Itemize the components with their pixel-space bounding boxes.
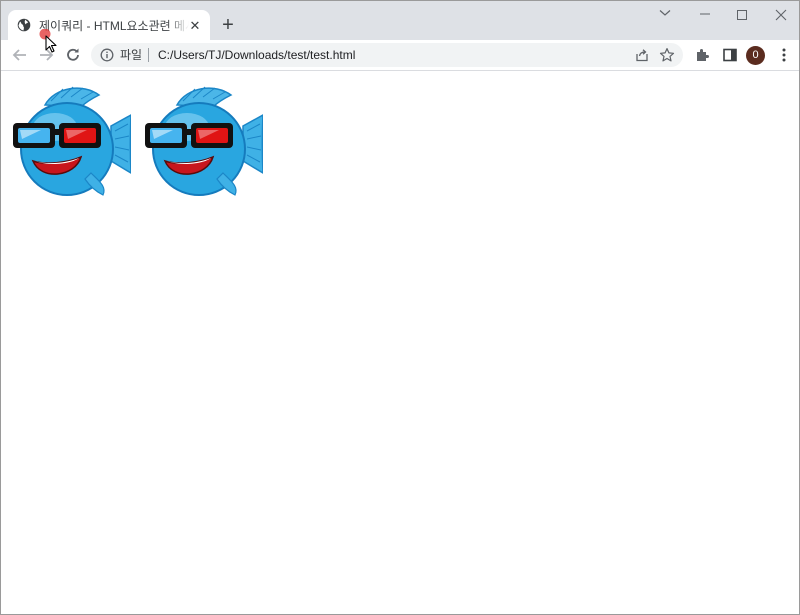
- address-bar[interactable]: 파일 C:/Users/TJ/Downloads/test/test.html: [91, 43, 683, 67]
- maximize-button[interactable]: [727, 4, 757, 24]
- minimize-icon: [700, 13, 710, 15]
- reload-button[interactable]: [63, 45, 83, 65]
- page-content: [1, 71, 799, 614]
- menu-button[interactable]: [774, 45, 794, 65]
- page-info-label: 파일: [120, 48, 143, 62]
- arrow-left-icon: [12, 49, 26, 61]
- close-icon: [775, 9, 787, 21]
- title-bar: 제이쿼리 - HTML요소관련 메서드 ✕ +: [1, 1, 799, 41]
- profile-avatar[interactable]: 0: [746, 46, 765, 65]
- info-icon[interactable]: [100, 48, 114, 62]
- globe-icon: [17, 18, 31, 32]
- more-vert-icon: [782, 48, 786, 62]
- side-panel-icon: [723, 48, 737, 62]
- mouse-cursor-icon: [39, 29, 57, 53]
- close-window-button[interactable]: [766, 4, 796, 24]
- back-button[interactable]: [10, 45, 30, 65]
- new-tab-button[interactable]: +: [219, 15, 237, 35]
- puzzle-icon: [697, 49, 709, 61]
- bookmark-star-icon[interactable]: [659, 47, 675, 63]
- side-panel-button[interactable]: [720, 45, 740, 65]
- url-text[interactable]: C:/Users/TJ/Downloads/test/test.html: [158, 48, 355, 62]
- maximize-icon: [737, 10, 747, 20]
- close-tab-icon[interactable]: ✕: [187, 18, 203, 34]
- browser-window: 제이쿼리 - HTML요소관련 메서드 ✕ +: [0, 0, 800, 615]
- minimize-button[interactable]: [690, 4, 720, 24]
- fish-image: [145, 86, 263, 196]
- fish-image: [13, 86, 131, 196]
- reload-icon: [67, 48, 79, 61]
- browser-toolbar: 파일 C:/Users/TJ/Downloads/test/test.html …: [1, 40, 799, 71]
- share-icon[interactable]: [635, 48, 649, 62]
- chevron-down-icon: [659, 10, 671, 16]
- tab-search-button[interactable]: [650, 4, 680, 24]
- omnibox-divider: [148, 48, 149, 62]
- tab-title: 제이쿼리 - HTML요소관련 메서드: [39, 19, 189, 33]
- extensions-button[interactable]: [693, 45, 713, 65]
